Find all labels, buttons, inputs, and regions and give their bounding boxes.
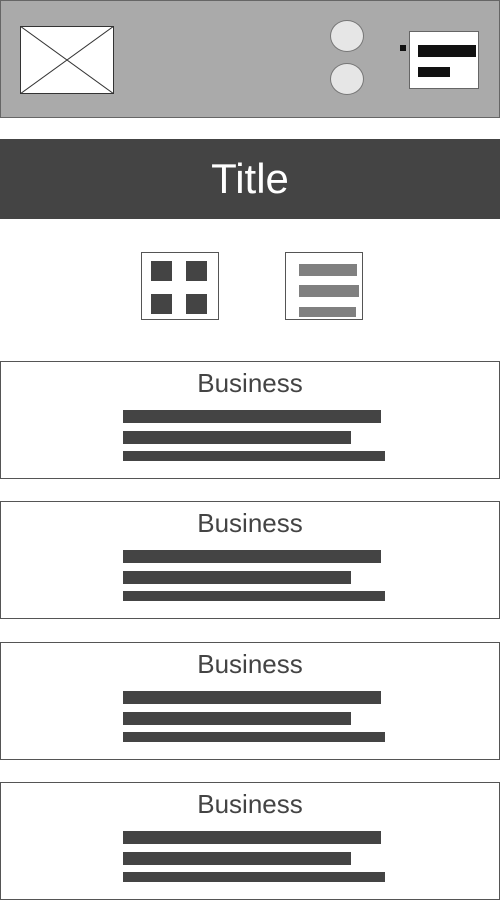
list-line bbox=[299, 285, 359, 297]
text-line-placeholder bbox=[123, 852, 351, 865]
grid-cell bbox=[186, 294, 207, 314]
card-title: Business bbox=[197, 368, 303, 398]
card-title: Business bbox=[197, 649, 303, 679]
text-line-placeholder bbox=[123, 831, 381, 844]
menu-line bbox=[418, 67, 450, 77]
grid-cell bbox=[186, 261, 207, 281]
grid-cell bbox=[151, 261, 172, 281]
menu-line bbox=[418, 45, 476, 57]
circle-button-top[interactable] bbox=[330, 20, 364, 52]
circle-button-bottom[interactable] bbox=[330, 63, 364, 95]
card-title: Business bbox=[197, 789, 303, 819]
business-card[interactable]: Business bbox=[0, 361, 500, 479]
grid-cell bbox=[151, 294, 172, 314]
business-card[interactable]: Business bbox=[0, 642, 500, 760]
menu-bullet-icon bbox=[400, 45, 406, 51]
text-line-placeholder bbox=[123, 732, 385, 742]
list-line bbox=[299, 307, 356, 317]
text-line-placeholder bbox=[123, 591, 385, 601]
text-line-placeholder bbox=[123, 872, 385, 882]
header bbox=[0, 0, 500, 118]
list-view-icon[interactable] bbox=[285, 252, 363, 320]
card-title: Business bbox=[197, 508, 303, 538]
text-line-placeholder bbox=[123, 410, 381, 423]
business-card[interactable]: Business bbox=[0, 501, 500, 619]
text-line-placeholder bbox=[123, 691, 381, 704]
grid-view-icon[interactable] bbox=[141, 252, 219, 320]
page-title: Title bbox=[211, 155, 289, 202]
text-line-placeholder bbox=[123, 571, 351, 584]
title-bar: Title bbox=[0, 139, 500, 219]
image-placeholder-icon bbox=[20, 26, 114, 94]
list-line bbox=[299, 264, 357, 276]
text-line-placeholder bbox=[123, 712, 351, 725]
text-line-placeholder bbox=[123, 451, 385, 461]
business-card[interactable]: Business bbox=[0, 782, 500, 900]
menu-icon[interactable] bbox=[409, 31, 479, 89]
text-line-placeholder bbox=[123, 550, 381, 563]
text-line-placeholder bbox=[123, 431, 351, 444]
